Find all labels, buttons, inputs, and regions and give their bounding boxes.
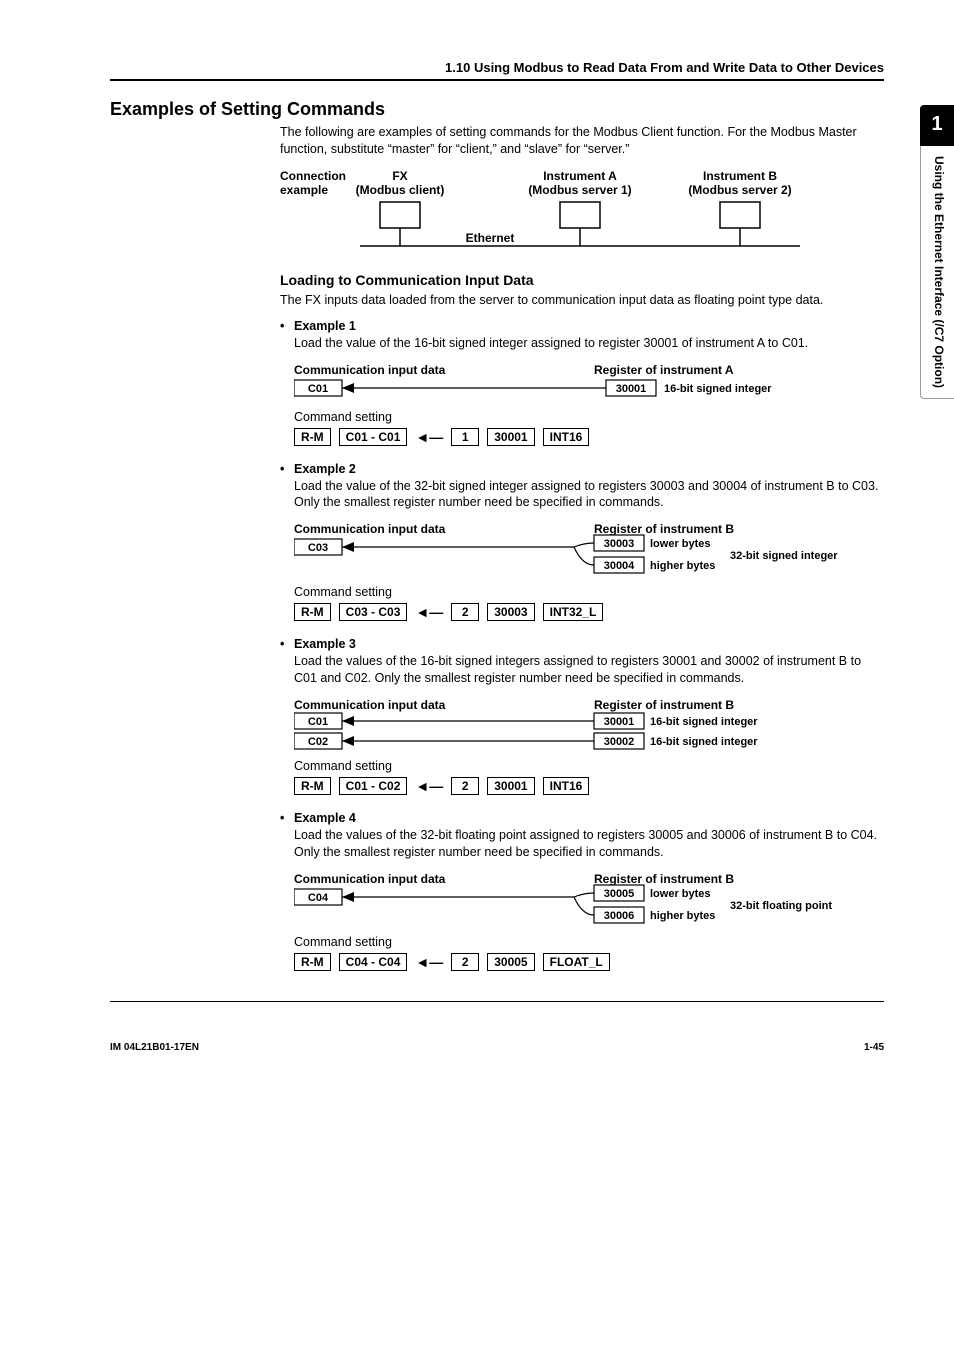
footer-right: 1-45 — [864, 1042, 884, 1053]
ex4-cmd-row: R-M C04 - C04 ◄— 2 30005 FLOAT_L — [294, 953, 884, 971]
svg-text:lower bytes: lower bytes — [650, 888, 711, 900]
ex2-text: Load the value of the 32-bit signed inte… — [294, 478, 884, 512]
loading-text: The FX inputs data loaded from the serve… — [280, 292, 884, 309]
arrow-left-icon: ◄— — [415, 954, 443, 970]
loading-heading: Loading to Communication Input Data — [280, 272, 884, 288]
svg-text:30005: 30005 — [604, 888, 635, 900]
ex4-cmd-label: Command setting — [294, 935, 884, 949]
svg-text:C04: C04 — [308, 892, 329, 904]
svg-text:Communication input data: Communication input data — [294, 363, 446, 377]
svg-text:Register of instrument B: Register of instrument B — [594, 872, 734, 886]
connection-diagram: Connection example FX (Modbus client) In… — [280, 168, 884, 258]
ex2-diagram: Communication input data C03 Register of… — [294, 521, 854, 581]
svg-text:C02: C02 — [308, 736, 328, 748]
svg-text:Communication input data: Communication input data — [294, 872, 446, 886]
svg-text:(Modbus server 2): (Modbus server 2) — [688, 183, 791, 197]
svg-text:Communication input data: Communication input data — [294, 522, 446, 536]
svg-text:higher bytes: higher bytes — [650, 560, 715, 572]
svg-text:16-bit signed integer: 16-bit signed integer — [650, 736, 758, 748]
svg-text:Connection: Connection — [280, 169, 346, 183]
ex1-diagram: Communication input data C01 Register of… — [294, 362, 854, 406]
ex2-cmd-label: Command setting — [294, 585, 884, 599]
ex2-label: Example 2 — [294, 462, 356, 476]
ex1-label: Example 1 — [294, 319, 356, 333]
svg-text:Ethernet: Ethernet — [466, 231, 515, 245]
ex3-text: Load the values of the 16-bit signed int… — [294, 653, 884, 687]
svg-text:Instrument B: Instrument B — [703, 169, 777, 183]
ex3-cmd-label: Command setting — [294, 759, 884, 773]
chapter-number: 1 — [920, 105, 954, 146]
ex4-label: Example 4 — [294, 811, 356, 825]
intro-text: The following are examples of setting co… — [280, 124, 884, 158]
page-title: Examples of Setting Commands — [110, 99, 884, 120]
ex3-label: Example 3 — [294, 637, 356, 651]
ex3-cmd-row: R-M C01 - C02 ◄— 2 30001 INT16 — [294, 777, 884, 795]
svg-text:30004: 30004 — [604, 560, 635, 572]
example-4: •Example 4 Load the values of the 32-bit… — [280, 811, 884, 971]
ex4-diagram: Communication input data C04 Register of… — [294, 871, 854, 931]
svg-text:(Modbus server 1): (Modbus server 1) — [528, 183, 631, 197]
svg-text:Instrument A: Instrument A — [543, 169, 617, 183]
arrow-left-icon: ◄— — [415, 604, 443, 620]
svg-text:16-bit signed integer: 16-bit signed integer — [664, 383, 772, 395]
svg-text:Register of instrument B: Register of instrument B — [594, 522, 734, 536]
svg-text:16-bit signed integer: 16-bit signed integer — [650, 716, 758, 728]
ex1-cmd-label: Command setting — [294, 410, 884, 424]
connection-svg: Connection example FX (Modbus client) In… — [280, 168, 840, 258]
ex1-text: Load the value of the 16-bit signed inte… — [294, 335, 884, 352]
svg-text:FX: FX — [392, 169, 407, 183]
section-header: 1.10 Using Modbus to Read Data From and … — [110, 60, 884, 81]
side-tab: 1 Using the Ethernet Interface (/C7 Opti… — [920, 105, 954, 399]
arrow-left-icon: ◄— — [415, 429, 443, 445]
footer-left: IM 04L21B01-17EN — [110, 1042, 199, 1053]
svg-text:Register of instrument A: Register of instrument A — [594, 363, 734, 377]
svg-text:Communication input data: Communication input data — [294, 698, 446, 712]
ex1-cmd-row: R-M C01 - C01 ◄— 1 30001 INT16 — [294, 428, 884, 446]
example-2: •Example 2 Load the value of the 32-bit … — [280, 462, 884, 622]
svg-text:30006: 30006 — [604, 910, 635, 922]
svg-text:C01: C01 — [308, 383, 328, 395]
example-3: •Example 3 Load the values of the 16-bit… — [280, 637, 884, 795]
svg-text:30001: 30001 — [616, 383, 647, 395]
ex2-cmd-row: R-M C03 - C03 ◄— 2 30003 INT32_L — [294, 603, 884, 621]
svg-text:(Modbus client): (Modbus client) — [356, 183, 445, 197]
svg-text:lower bytes: lower bytes — [650, 538, 711, 550]
ex4-text: Load the values of the 32-bit floating p… — [294, 827, 884, 861]
svg-text:higher bytes: higher bytes — [650, 910, 715, 922]
arrow-left-icon: ◄— — [415, 778, 443, 794]
svg-text:example: example — [280, 183, 328, 197]
svg-text:32-bit floating point: 32-bit floating point — [730, 900, 832, 912]
example-1: •Example 1 Load the value of the 16-bit … — [280, 319, 884, 446]
svg-text:30002: 30002 — [604, 736, 635, 748]
svg-text:30001: 30001 — [604, 716, 635, 728]
ex3-diagram: Communication input data C01 C02 Registe… — [294, 697, 854, 755]
svg-text:C03: C03 — [308, 542, 328, 554]
svg-text:Register of instrument B: Register of instrument B — [594, 698, 734, 712]
chapter-title-vertical: Using the Ethernet Interface (/C7 Option… — [920, 146, 954, 399]
svg-text:32-bit signed integer: 32-bit signed integer — [730, 550, 838, 562]
svg-text:30003: 30003 — [604, 538, 635, 550]
svg-text:C01: C01 — [308, 716, 328, 728]
